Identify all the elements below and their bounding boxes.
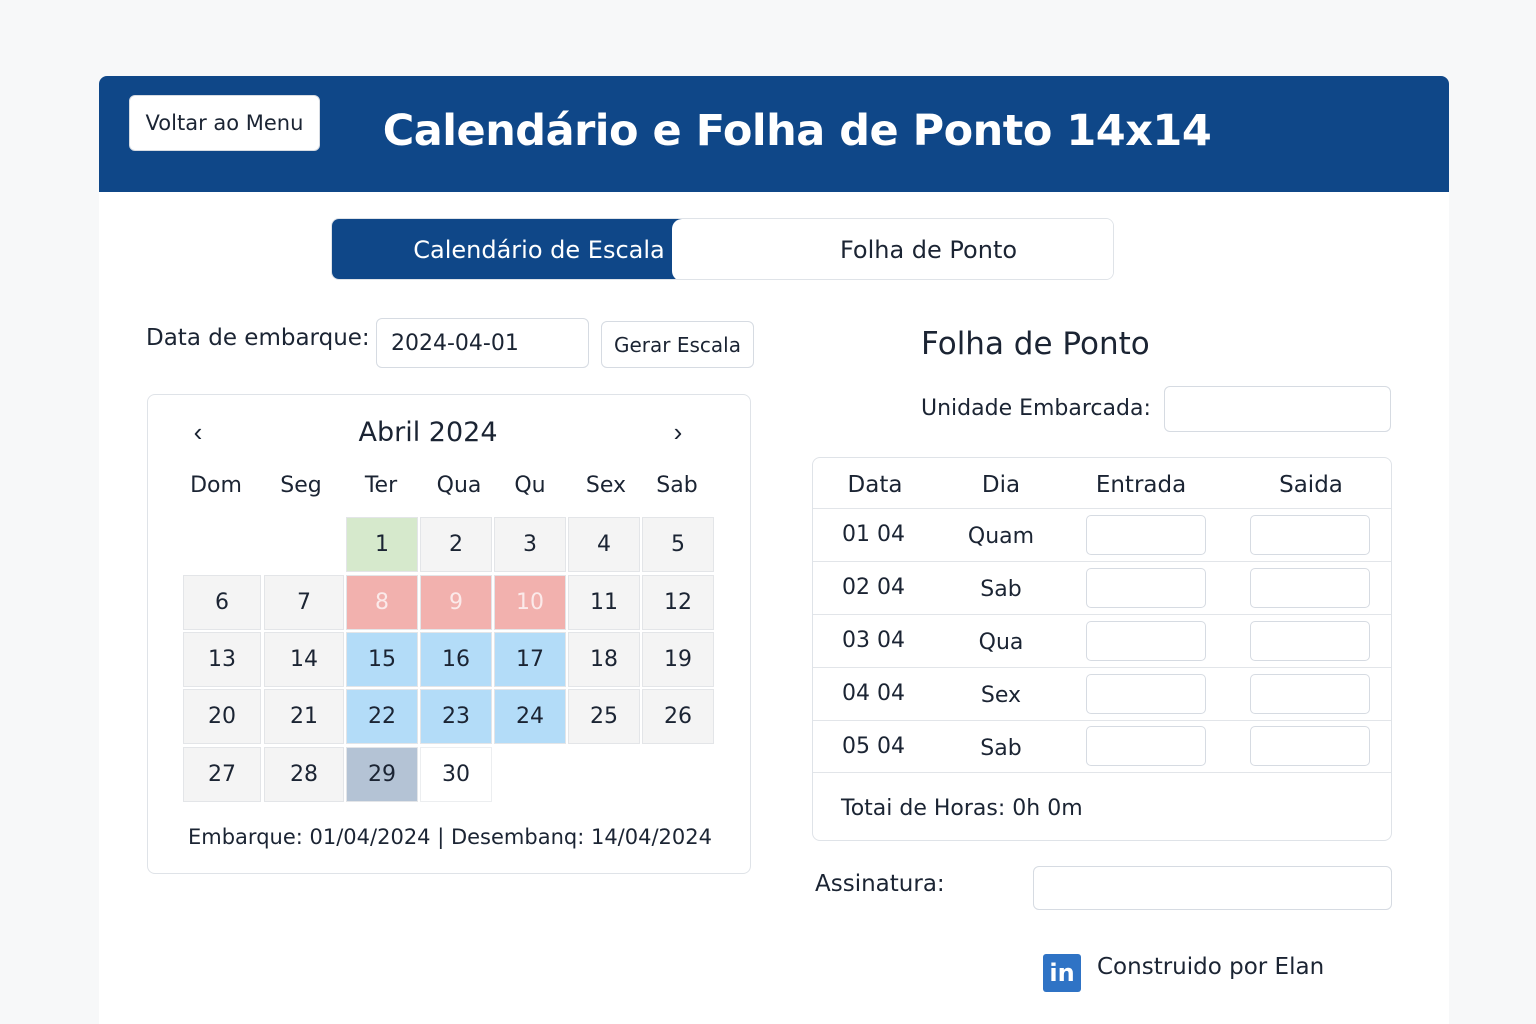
- total-hours-label: Totai de Horas:: [841, 796, 1006, 821]
- column-header-date: Data: [847, 472, 903, 498]
- row-day: Qua: [978, 630, 1024, 655]
- weekday-label: Qu: [514, 473, 546, 498]
- calendar-day[interactable]: 4: [568, 517, 640, 572]
- page-title: Calendário e Folha de Ponto 14x14: [382, 106, 1212, 156]
- signature-input[interactable]: [1033, 866, 1392, 910]
- calendar-day[interactable]: 28: [264, 747, 344, 802]
- row-date: 01 04: [842, 522, 905, 547]
- signature-label: Assinatura:: [815, 871, 945, 897]
- linkedin-icon[interactable]: in: [1043, 954, 1081, 992]
- calendar: ‹ Abril 2024 › Dom Seg Ter Qua Qu Sex Sa…: [147, 394, 751, 874]
- calendar-day[interactable]: 10: [494, 575, 566, 630]
- entry-time-input[interactable]: [1086, 674, 1206, 714]
- weekday-label: Sab: [656, 473, 698, 498]
- chevron-right-icon[interactable]: ›: [663, 417, 693, 448]
- exit-time-input[interactable]: [1250, 726, 1370, 766]
- total-hours: Totai de Horas: 0h 0m: [841, 796, 1083, 821]
- row-date: 03 04: [842, 628, 905, 653]
- calendar-day[interactable]: 12: [642, 575, 714, 630]
- credit-text: Construido por Elan: [1097, 954, 1325, 980]
- calendar-day[interactable]: 9: [420, 575, 492, 630]
- row-divider: [813, 508, 1391, 509]
- row-divider: [813, 614, 1391, 615]
- calendar-day[interactable]: 19: [642, 632, 714, 687]
- row-date: 04 04: [842, 681, 905, 706]
- calendar-day[interactable]: 3: [494, 517, 566, 572]
- row-divider: [813, 720, 1391, 721]
- calendar-day[interactable]: 20: [183, 689, 261, 744]
- calendar-day[interactable]: 27: [183, 747, 261, 802]
- weekday-label: Qua: [436, 473, 482, 498]
- calendar-day[interactable]: 25: [568, 689, 640, 744]
- schedule-summary: Embarque: 01/04/2024 | Desembanq: 14/04/…: [188, 825, 712, 849]
- row-day: Quam: [967, 524, 1035, 549]
- column-header-day: Dia: [981, 472, 1021, 498]
- calendar-day[interactable]: 7: [264, 575, 344, 630]
- weekday-label: Seg: [280, 473, 322, 498]
- calendar-day[interactable]: 17: [494, 632, 566, 687]
- weekday-label: Ter: [364, 473, 398, 498]
- calendar-day-today[interactable]: 29: [346, 747, 418, 802]
- calendar-day[interactable]: 15: [346, 632, 418, 687]
- embark-date-label: Data de embarque:: [146, 325, 370, 351]
- calendar-day[interactable]: 18: [568, 632, 640, 687]
- row-date: 02 04: [842, 575, 905, 600]
- calendar-day[interactable]: 26: [642, 689, 714, 744]
- calendar-day[interactable]: 11: [568, 575, 640, 630]
- row-day: Sab: [980, 736, 1022, 761]
- column-header-entry: Entrada: [1095, 472, 1187, 498]
- timesheet-table: Data Dia Entrada Saida 01 04 Quam 02 04 …: [812, 457, 1392, 841]
- tab-timesheet[interactable]: Folha de Ponto: [672, 219, 1113, 279]
- entry-time-input[interactable]: [1086, 568, 1206, 608]
- calendar-day[interactable]: 24: [494, 689, 566, 744]
- tab-bar: Calendário de Escala Folha de Ponto: [331, 218, 1114, 280]
- row-divider: [813, 561, 1391, 562]
- header-bar: Voltar ao Menu Calendário e Folha de Pon…: [99, 76, 1449, 192]
- exit-time-input[interactable]: [1250, 515, 1370, 555]
- calendar-day[interactable]: 6: [183, 575, 261, 630]
- calendar-day[interactable]: 1: [346, 517, 418, 572]
- column-header-exit: Saida: [1279, 472, 1343, 498]
- exit-time-input[interactable]: [1250, 621, 1370, 661]
- calendar-day[interactable]: 22: [346, 689, 418, 744]
- weekday-label: Dom: [190, 473, 242, 498]
- exit-time-input[interactable]: [1250, 568, 1370, 608]
- calendar-day[interactable]: 14: [264, 632, 344, 687]
- exit-time-input[interactable]: [1250, 674, 1370, 714]
- calendar-day[interactable]: 16: [420, 632, 492, 687]
- unit-input[interactable]: [1164, 386, 1391, 432]
- generate-schedule-button[interactable]: Gerar Escala: [601, 321, 754, 368]
- row-divider: [813, 772, 1391, 773]
- entry-time-input[interactable]: [1086, 726, 1206, 766]
- calendar-day[interactable]: 23: [420, 689, 492, 744]
- timesheet-title: Folha de Ponto: [921, 326, 1150, 362]
- row-date: 05 04: [842, 734, 905, 759]
- unit-label: Unidade Embarcada:: [921, 396, 1151, 421]
- main-panel: Voltar ao Menu Calendário e Folha de Pon…: [99, 76, 1449, 1024]
- calendar-month-title: Abril 2024: [358, 417, 498, 448]
- calendar-day[interactable]: 5: [642, 517, 714, 572]
- total-hours-value: 0h 0m: [1012, 796, 1083, 821]
- row-day: Sex: [980, 683, 1022, 708]
- row-day: Sab: [980, 577, 1022, 602]
- entry-time-input[interactable]: [1086, 515, 1206, 555]
- calendar-day[interactable]: 8: [346, 575, 418, 630]
- calendar-day[interactable]: 13: [183, 632, 261, 687]
- entry-time-input[interactable]: [1086, 621, 1206, 661]
- row-divider: [813, 667, 1391, 668]
- embark-date-input[interactable]: [376, 318, 589, 368]
- calendar-day[interactable]: 30: [420, 747, 492, 802]
- weekday-label: Sex: [585, 473, 627, 498]
- calendar-day[interactable]: 21: [264, 689, 344, 744]
- calendar-day[interactable]: 2: [420, 517, 492, 572]
